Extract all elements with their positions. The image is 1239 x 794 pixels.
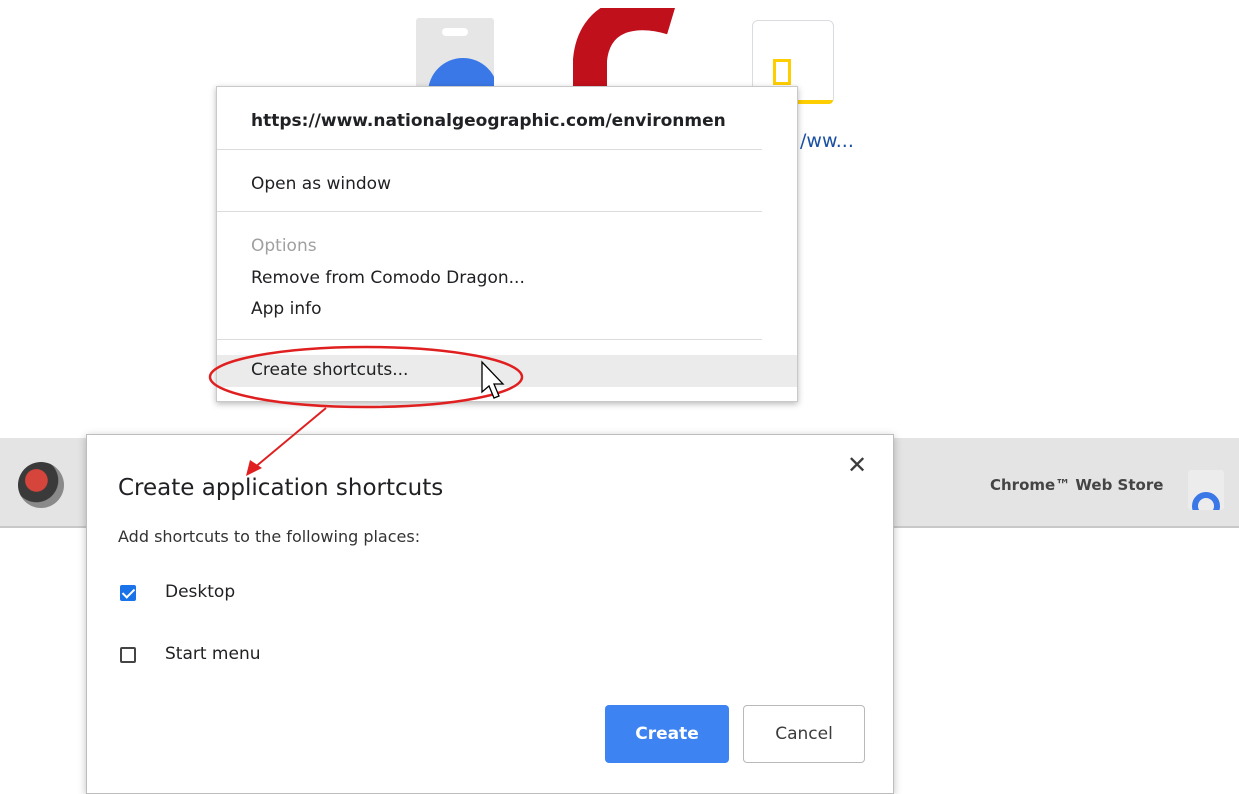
annotation-arrow-line (253, 407, 327, 469)
annotation-overlay (208, 345, 524, 476)
highlight-ellipse (208, 345, 524, 409)
